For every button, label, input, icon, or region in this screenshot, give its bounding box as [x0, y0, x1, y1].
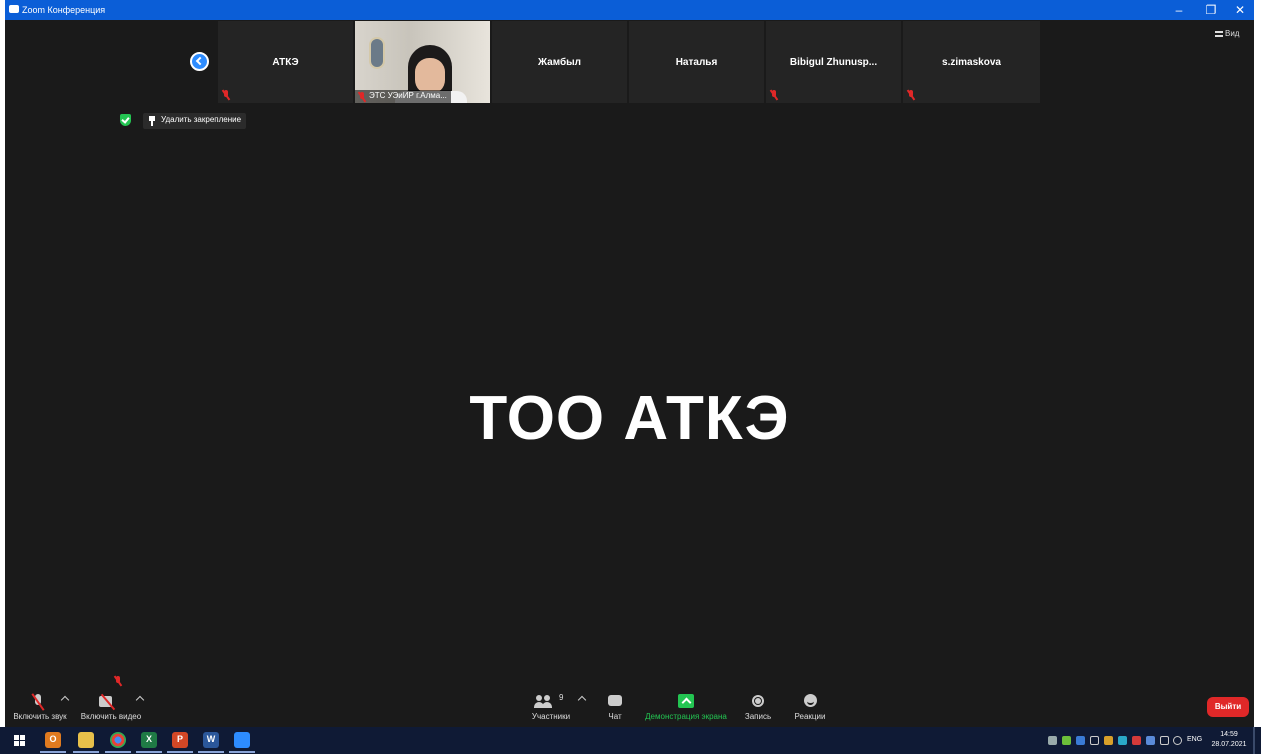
bluetooth-icon[interactable] — [1146, 736, 1155, 745]
participant-name: АТКЭ — [272, 57, 299, 68]
camera-off-icon — [99, 696, 119, 708]
usb-icon[interactable] — [1090, 736, 1099, 745]
start-video-label: Включить видео — [80, 712, 142, 721]
clock-time: 14:59 — [1220, 731, 1238, 738]
participant-tile[interactable]: s.zimaskova — [903, 21, 1040, 103]
window-title: Zoom Конференция — [22, 5, 106, 15]
clock[interactable]: 14:59 28.07.2021 — [1211, 730, 1247, 750]
share-screen-icon — [678, 694, 694, 708]
unpin-button[interactable]: Удалить закрепление — [143, 113, 247, 129]
participant-face — [415, 58, 445, 94]
view-button[interactable]: Вид — [1215, 29, 1239, 38]
windows-taskbar: O X P W ENG 14:59 28.07.2021 — [0, 727, 1261, 754]
chrome-icon[interactable] — [110, 732, 126, 748]
participants-icon — [534, 695, 556, 708]
reactions-button[interactable]: Реакции — [788, 692, 832, 726]
powerpoint-icon[interactable]: P — [172, 732, 188, 748]
wall-picture — [369, 37, 385, 69]
language-indicator[interactable]: ENG — [1187, 736, 1202, 743]
start-video-button[interactable]: Включить видео — [75, 692, 147, 726]
chevron-left-icon — [195, 56, 205, 66]
participant-count: 9 — [559, 693, 564, 702]
display-icon[interactable] — [1160, 736, 1169, 745]
participant-name: ЭТС УЭиИР г.Алма... — [369, 91, 447, 100]
participant-tile[interactable]: Bibigul Zhunusp... — [766, 21, 901, 103]
mic-muted-icon — [907, 90, 915, 100]
zoom-window: Zoom Конференция – ❐ ✕ Вид АТКЭ ЭТС УЭиИ… — [5, 0, 1254, 727]
chat-button[interactable]: Чат — [600, 692, 630, 726]
tray-app-icon[interactable] — [1118, 736, 1127, 745]
share-screen-label: Демонстрация экрана — [645, 712, 727, 721]
participants-label: Участники — [531, 712, 571, 721]
shield-check-icon[interactable] — [120, 114, 131, 126]
zoom-taskbar-icon[interactable] — [234, 732, 250, 748]
record-label: Запись — [744, 712, 772, 721]
chevron-up-icon[interactable] — [577, 695, 587, 705]
chat-icon — [608, 695, 622, 706]
previous-page-button[interactable] — [190, 52, 209, 71]
grid-view-icon — [1215, 30, 1223, 37]
title-bar: Zoom Конференция – ❐ ✕ — [5, 0, 1254, 20]
mic-muted-indicator-icon — [114, 676, 122, 686]
participant-tile[interactable]: АТКЭ — [218, 21, 353, 103]
mic-muted-icon — [32, 694, 44, 710]
participant-name: Bibigul Zhunusp... — [789, 57, 878, 68]
network-icon[interactable] — [1048, 736, 1057, 745]
mic-muted-icon — [222, 90, 230, 100]
reactions-label: Реакции — [794, 712, 826, 721]
participant-name: Наталья — [675, 57, 718, 68]
unmute-label: Включить звук — [13, 712, 67, 721]
tray-app-icon[interactable] — [1104, 736, 1113, 745]
mic-muted-icon — [770, 90, 778, 100]
outlook-icon[interactable]: O — [45, 732, 61, 748]
participant-video-label: ЭТС УЭиИР г.Алма... — [355, 90, 451, 103]
record-button[interactable]: Запись — [738, 692, 778, 726]
chat-label: Чат — [608, 712, 622, 721]
leave-button[interactable]: Выйти — [1207, 697, 1249, 717]
participant-name: Жамбыл — [537, 57, 582, 68]
tray-app-icon[interactable] — [1076, 736, 1085, 745]
participant-video-tile[interactable]: ЭТС УЭиИР г.Алма... — [355, 21, 490, 103]
unpin-label: Удалить закрепление — [161, 115, 242, 124]
record-icon — [752, 695, 764, 707]
share-screen-button[interactable]: Демонстрация экрана — [638, 692, 734, 726]
restore-button[interactable]: ❐ — [1200, 2, 1222, 18]
view-label: Вид — [1225, 29, 1240, 38]
close-button[interactable]: ✕ — [1229, 2, 1251, 18]
excel-icon[interactable]: X — [141, 732, 157, 748]
participant-name: s.zimaskova — [942, 57, 1001, 68]
tray-app-icon[interactable] — [1132, 736, 1141, 745]
minimize-button[interactable]: – — [1168, 2, 1190, 18]
tray-app-icon[interactable] — [1062, 736, 1071, 745]
participant-tile[interactable]: Наталья — [629, 21, 764, 103]
pin-icon — [149, 116, 155, 126]
speaker-icon[interactable] — [1173, 736, 1182, 745]
smiley-icon — [804, 694, 817, 707]
zoom-app-icon — [9, 5, 19, 13]
shared-screen-text: ТОО АТКЭ — [469, 384, 790, 453]
mic-muted-icon — [358, 92, 366, 102]
participant-tile[interactable]: Жамбыл — [492, 21, 627, 103]
file-explorer-icon[interactable] — [78, 732, 94, 748]
word-icon[interactable]: W — [203, 732, 219, 748]
windows-start-icon[interactable] — [14, 735, 25, 746]
clock-date: 28.07.2021 — [1211, 741, 1247, 748]
show-desktop-button[interactable] — [1253, 727, 1255, 754]
participants-button[interactable]: 9 Участники — [523, 692, 579, 726]
